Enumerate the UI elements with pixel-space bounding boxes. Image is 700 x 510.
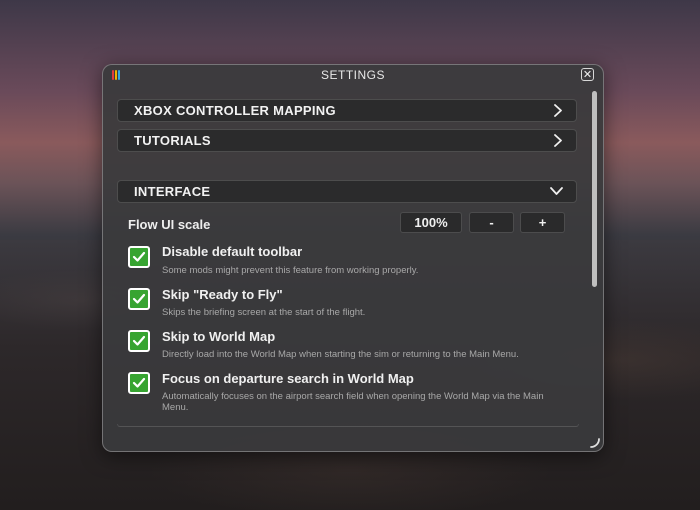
- option-description: Automatically focuses on the airport sea…: [162, 391, 544, 413]
- window-title: SETTINGS: [320, 68, 385, 82]
- option-title: Focus on departure search in World Map: [162, 371, 414, 386]
- checkmark-icon: [132, 377, 146, 388]
- focus-departure-search-checkbox[interactable]: [128, 372, 150, 394]
- skip-to-world-map-checkbox[interactable]: [128, 330, 150, 352]
- section-label: INTERFACE: [134, 184, 211, 199]
- chevron-right-icon: [554, 134, 562, 147]
- checkmark-icon: [132, 293, 146, 304]
- option-title: Skip "Ready to Fly": [162, 287, 283, 302]
- close-button[interactable]: ✕: [581, 68, 594, 81]
- disable-toolbar-checkbox[interactable]: [128, 246, 150, 268]
- scale-increase-button[interactable]: +: [520, 212, 565, 233]
- scrollbar-thumb[interactable]: [592, 91, 597, 287]
- section-xbox-controller-mapping[interactable]: XBOX CONTROLLER MAPPING: [117, 99, 577, 122]
- skip-ready-to-fly-checkbox[interactable]: [128, 288, 150, 310]
- option-title: Skip to World Map: [162, 329, 276, 344]
- checkmark-icon: [132, 251, 146, 262]
- option-description: Directly load into the World Map when st…: [162, 349, 519, 360]
- option-description: Skips the briefing screen at the start o…: [162, 307, 366, 318]
- option-description: Some mods might prevent this feature fro…: [162, 265, 419, 276]
- title-bar: SETTINGS ✕: [103, 65, 603, 85]
- close-icon: ✕: [582, 69, 593, 81]
- chevron-right-icon: [554, 104, 562, 117]
- chevron-down-icon: [550, 187, 563, 195]
- settings-window: SETTINGS ✕ XBOX CONTROLLER MAPPING TUTOR…: [102, 64, 604, 452]
- flow-ui-scale-label: Flow UI scale: [128, 217, 211, 232]
- flow-ui-scale-value[interactable]: 100%: [400, 212, 462, 233]
- section-bottom-border: [117, 424, 579, 427]
- section-tutorials[interactable]: TUTORIALS: [117, 129, 577, 152]
- section-label: XBOX CONTROLLER MAPPING: [134, 103, 336, 118]
- settings-content: XBOX CONTROLLER MAPPING TUTORIALS INTERF…: [117, 99, 579, 427]
- section-interface[interactable]: INTERFACE: [117, 180, 577, 203]
- section-label: TUTORIALS: [134, 133, 211, 148]
- scale-decrease-button[interactable]: -: [469, 212, 514, 233]
- resize-handle-icon[interactable]: [589, 437, 601, 449]
- checkmark-icon: [132, 335, 146, 346]
- option-title: Disable default toolbar: [162, 244, 303, 259]
